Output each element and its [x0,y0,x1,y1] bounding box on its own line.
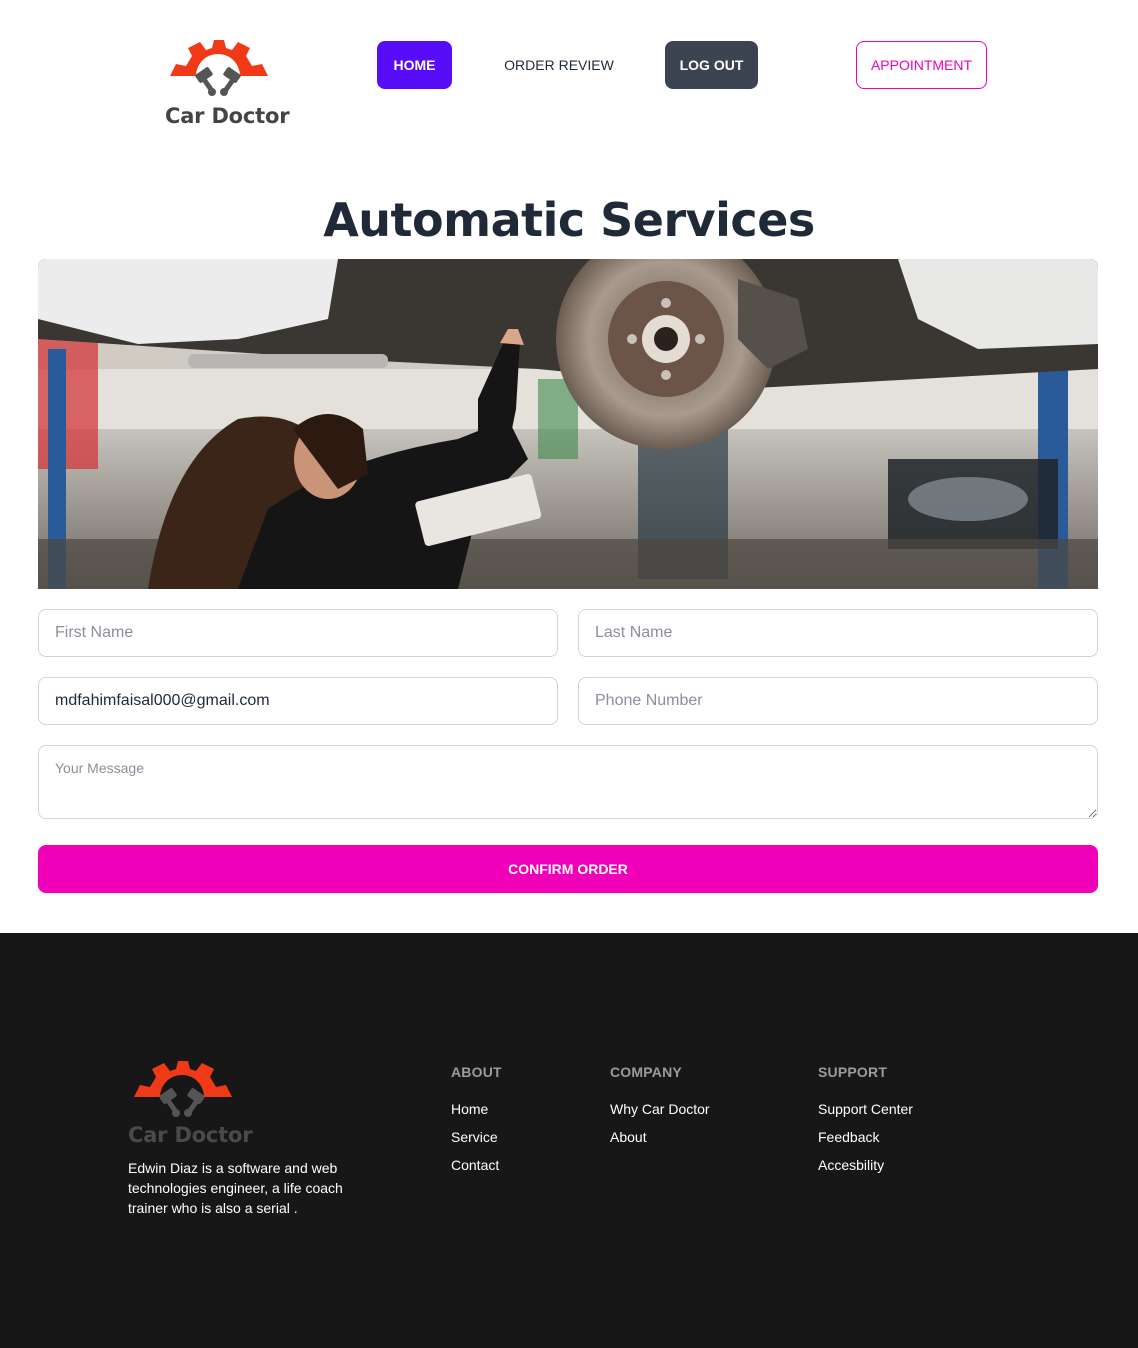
brand-logo[interactable]: Car Doctor [162,40,290,130]
footer-link-home[interactable]: Home [451,1100,502,1118]
nav-order-review-link[interactable]: ORDER REVIEW [496,41,622,89]
footer-about-title: About [451,1064,502,1080]
footer-support-title: Support [818,1064,888,1080]
footer-brand-name: Car Doctor [128,1123,253,1147]
phone-number-input[interactable] [578,677,1098,725]
first-name-input[interactable] [38,609,558,657]
footer-description: Edwin Diaz is a software and web technol… [128,1160,343,1216]
confirm-order-button[interactable]: CONFIRM ORDER [38,845,1098,893]
footer: Car Doctor Edwin Diaz is a software and … [0,933,1138,1348]
footer-brand-logo[interactable]: Car Doctor [126,1061,253,1151]
last-name-input[interactable] [578,609,1098,657]
brand-name: Car Doctor [165,104,290,128]
footer-link-service[interactable]: Service [451,1128,502,1146]
footer-link-support-center[interactable]: Support Center [818,1100,913,1118]
nav-home-button[interactable]: HOME [377,41,452,89]
appointment-button[interactable]: APPOINTMENT [856,41,987,89]
footer-support-column: Support Support Center Feedback Accesbil… [818,1064,913,1184]
message-textarea[interactable] [38,745,1098,819]
footer-link-feedback[interactable]: Feedback [818,1128,913,1146]
email-input[interactable] [38,677,558,725]
gear-pistons-icon [134,1061,232,1117]
footer-link-about[interactable]: About [610,1128,710,1146]
footer-company-title: Company [610,1064,682,1080]
footer-company-column: Company Why Car Doctor About [610,1064,710,1156]
page-title: Automatic Services [323,193,815,247]
footer-link-accessibility[interactable]: Accesbility [818,1156,913,1174]
gear-pistons-icon [170,40,268,96]
logout-button[interactable]: LOG OUT [665,41,758,89]
service-hero-image [38,259,1098,589]
header: Car Doctor HOME ORDER REVIEW LOG OUT APP… [0,0,1138,150]
footer-link-contact[interactable]: Contact [451,1156,502,1174]
footer-about-column: About Home Service Contact [451,1064,502,1184]
footer-link-why-car-doctor[interactable]: Why Car Doctor [610,1100,710,1118]
